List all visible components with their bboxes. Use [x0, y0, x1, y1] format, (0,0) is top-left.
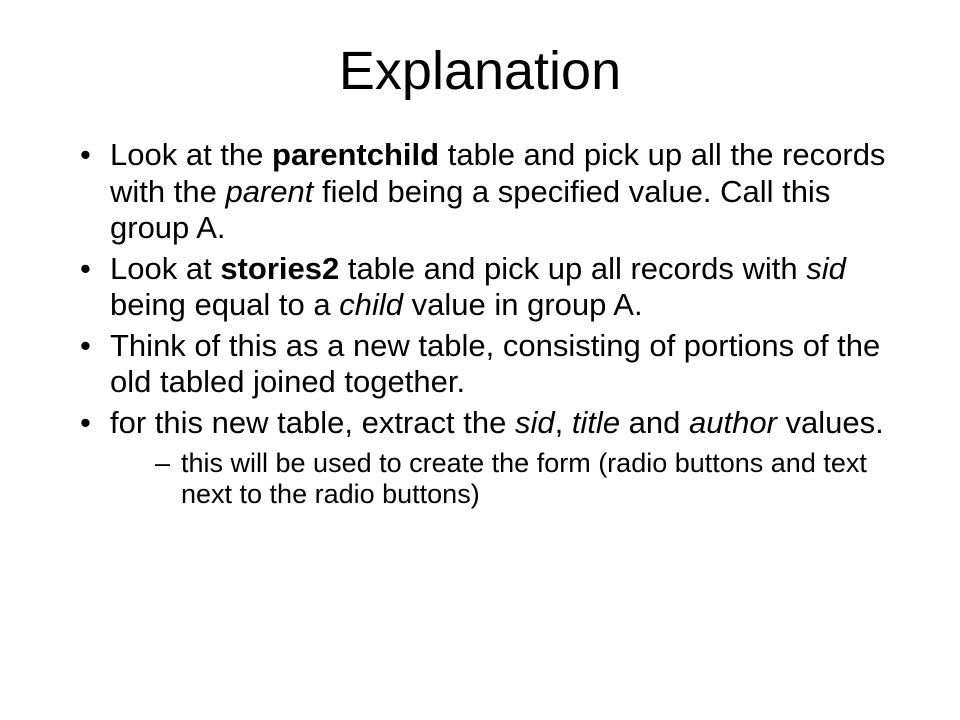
text-italic: author	[689, 405, 777, 440]
text: table and pick up all records with	[339, 251, 806, 286]
slide-title: Explanation	[60, 40, 900, 102]
sub-bullet-list: this will be used to create the form (ra…	[155, 448, 900, 512]
bullet-item: Think of this as a new table, consisting…	[80, 328, 900, 401]
bullet-list: Look at the parentchild table and pick u…	[80, 137, 900, 511]
text: value in group A.	[403, 287, 643, 322]
text-bold: parentchild	[272, 137, 439, 172]
bullet-item: Look at stories2 table and pick up all r…	[80, 251, 900, 324]
text-italic: sid	[806, 251, 846, 286]
text: for this new table, extract the	[110, 405, 515, 440]
slide: Explanation Look at the parentchild tabl…	[0, 0, 960, 720]
text-bold: stories2	[220, 251, 339, 286]
text: values.	[777, 405, 884, 440]
sub-bullet-item: this will be used to create the form (ra…	[155, 448, 900, 512]
text: and	[620, 405, 689, 440]
text-italic: sid	[515, 405, 555, 440]
text: this will be used to create the form (ra…	[181, 448, 867, 510]
text-italic: child	[339, 287, 403, 322]
bullet-item: Look at the parentchild table and pick u…	[80, 137, 900, 247]
text-italic: parent	[225, 174, 313, 209]
text: ,	[555, 405, 572, 440]
text: Look at the	[110, 137, 272, 172]
text: Look at	[110, 251, 220, 286]
bullet-item: for this new table, extract the sid, tit…	[80, 405, 900, 511]
text-italic: title	[572, 405, 620, 440]
text: being equal to a	[110, 287, 339, 322]
text: Think of this as a new table, consisting…	[110, 328, 880, 400]
